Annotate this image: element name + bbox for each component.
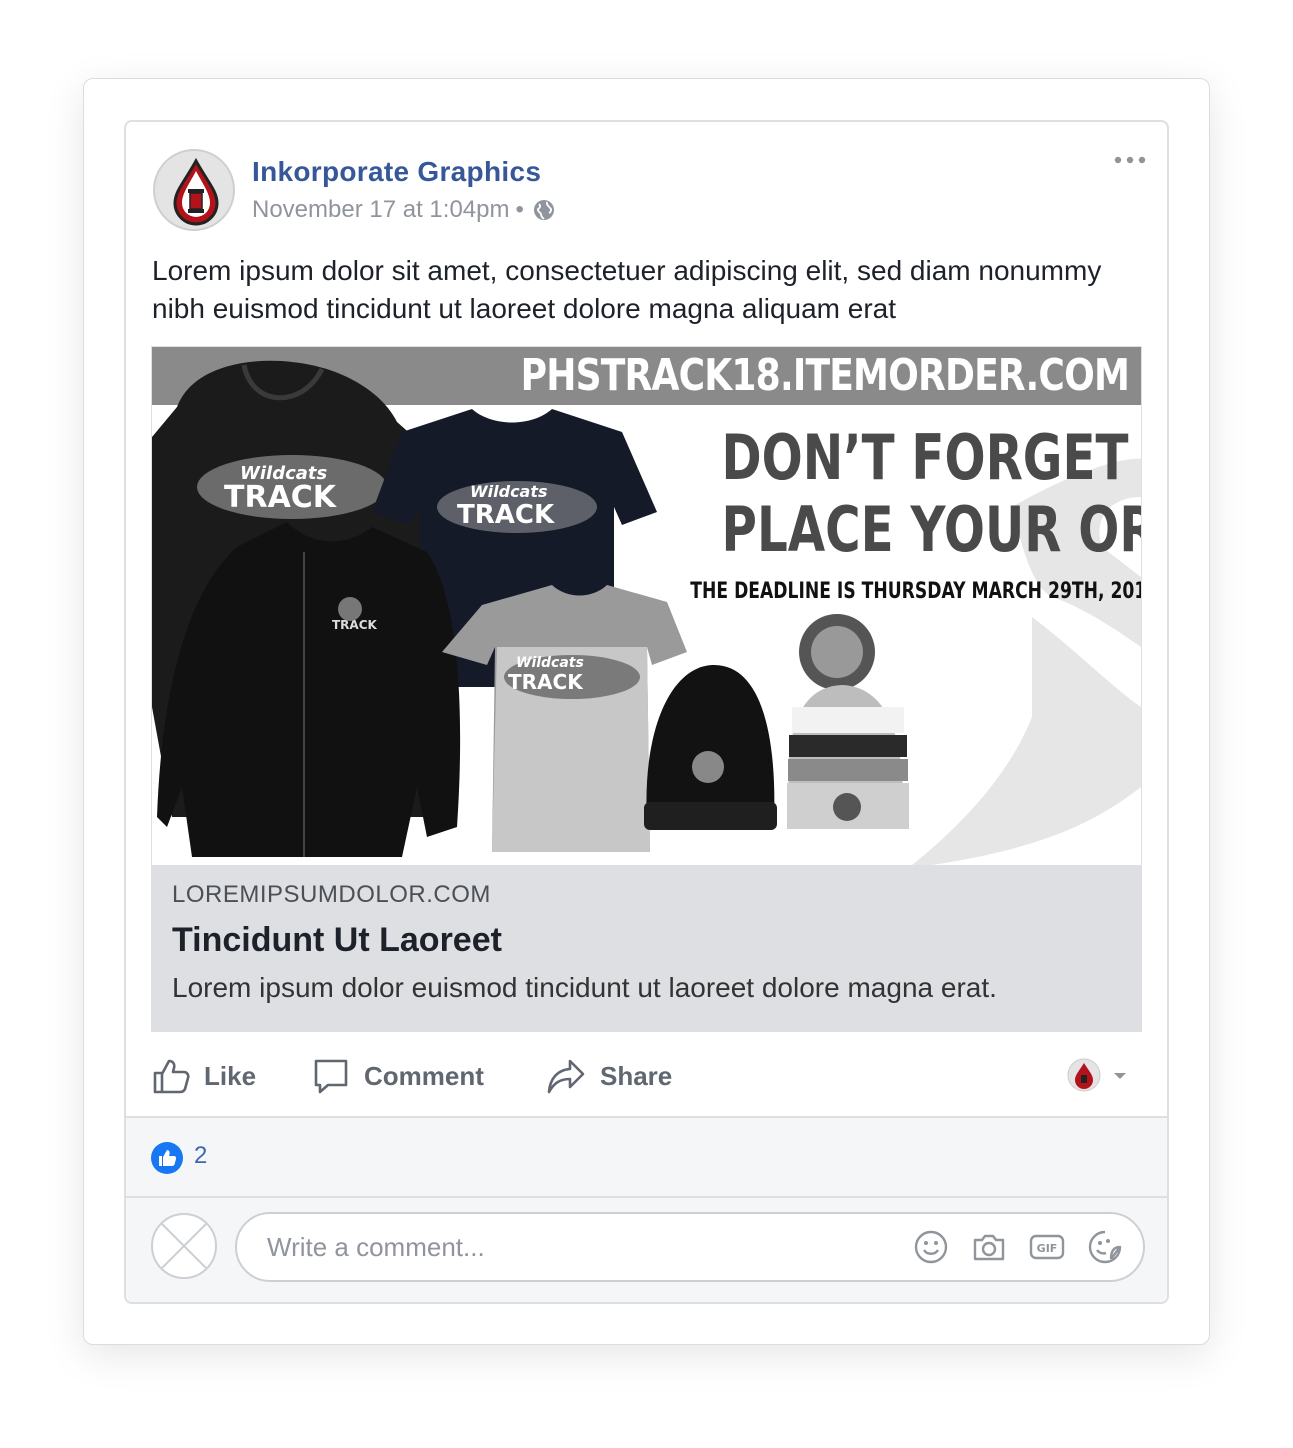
reaction-count[interactable]: 2	[194, 1142, 207, 1170]
beanie-image	[644, 664, 777, 830]
ad-headline-line1: DON’T FORGET TO	[721, 421, 1142, 494]
emoji-icon[interactable]	[913, 1229, 949, 1265]
ink-drop-logo-icon	[173, 157, 219, 226]
thumbs-up-icon	[153, 1059, 190, 1094]
comment-button[interactable]: Comment	[312, 1054, 484, 1098]
share-button[interactable]: Share	[546, 1054, 672, 1098]
link-title[interactable]: Tincidunt Ut Laoreet	[172, 921, 1121, 960]
ad-image[interactable]: PHSTRACK18.ITEMORDER.COM Wildcats TRACK	[152, 347, 1141, 865]
link-card-info[interactable]: LOREMIPSUMDOLOR.COM Tincidunt Ut Laoreet…	[152, 865, 1141, 1031]
post-meta: November 17 at 1:04pm •	[252, 196, 556, 224]
hoodie-text-track: TRACK	[224, 480, 338, 515]
svg-text:TRACK: TRACK	[457, 500, 555, 530]
facebook-post: Inkorporate Graphics November 17 at 1:04…	[124, 120, 1169, 1304]
action-bar: Like Comment Share	[126, 1040, 1167, 1116]
comment-composer: Write a comment... GIF	[126, 1198, 1167, 1302]
sticker-icon[interactable]	[1087, 1229, 1123, 1265]
share-arrow-icon	[547, 1059, 585, 1094]
globe-icon[interactable]	[532, 198, 556, 222]
react-as-selector[interactable]	[1067, 1058, 1131, 1092]
svg-text:Wildcats: Wildcats	[516, 655, 584, 671]
meta-separator: •	[515, 196, 524, 223]
svg-text:GIF: GIF	[1037, 1242, 1058, 1255]
comment-label: Comment	[364, 1060, 484, 1091]
like-reaction-icon[interactable]	[151, 1142, 183, 1174]
comment-bubble-icon	[314, 1059, 348, 1094]
reactions-bar: 2	[126, 1116, 1167, 1198]
comment-placeholder: Write a comment...	[267, 1231, 485, 1262]
jacket-text: TRACK	[332, 618, 378, 632]
caret-down-icon	[1114, 1073, 1126, 1079]
share-label: Share	[600, 1060, 673, 1091]
svg-text:TRACK: TRACK	[508, 670, 584, 694]
user-avatar-placeholder-icon	[151, 1213, 217, 1279]
comment-input[interactable]: Write a comment... GIF	[235, 1212, 1145, 1282]
link-description: Lorem ipsum dolor euismod tincidunt ut l…	[172, 972, 997, 1003]
pom-beanie-image	[787, 614, 909, 829]
ad-headline-line2: PLACE YOUR ORDER!	[721, 493, 1142, 566]
ad-deadline: THE DEADLINE IS THURSDAY MARCH 29TH, 201…	[690, 579, 1141, 604]
like-label: Like	[204, 1060, 257, 1091]
ad-headline: DON’T FORGET TO PLACE YOUR ORDER!	[721, 421, 1142, 566]
thumbs-up-filled-icon	[159, 1150, 177, 1166]
svg-text:Wildcats: Wildcats	[470, 482, 548, 501]
page-avatar-small-icon	[1067, 1058, 1101, 1092]
more-options-icon[interactable]	[1113, 152, 1147, 168]
link-domain: LOREMIPSUMDOLOR.COM	[172, 881, 491, 908]
page-name-link[interactable]: Inkorporate Graphics	[252, 156, 541, 188]
page-avatar[interactable]	[153, 149, 235, 231]
camera-icon[interactable]	[971, 1229, 1007, 1265]
post-timestamp[interactable]: November 17 at 1:04pm	[252, 196, 509, 224]
link-preview-card[interactable]: PHSTRACK18.ITEMORDER.COM Wildcats TRACK	[151, 346, 1142, 1032]
gif-icon[interactable]: GIF	[1029, 1229, 1065, 1265]
comment-input-icons: GIF	[913, 1214, 1123, 1280]
post-body-text: Lorem ipsum dolor sit amet, consectetuer…	[152, 255, 1102, 324]
like-button[interactable]: Like	[152, 1054, 256, 1098]
